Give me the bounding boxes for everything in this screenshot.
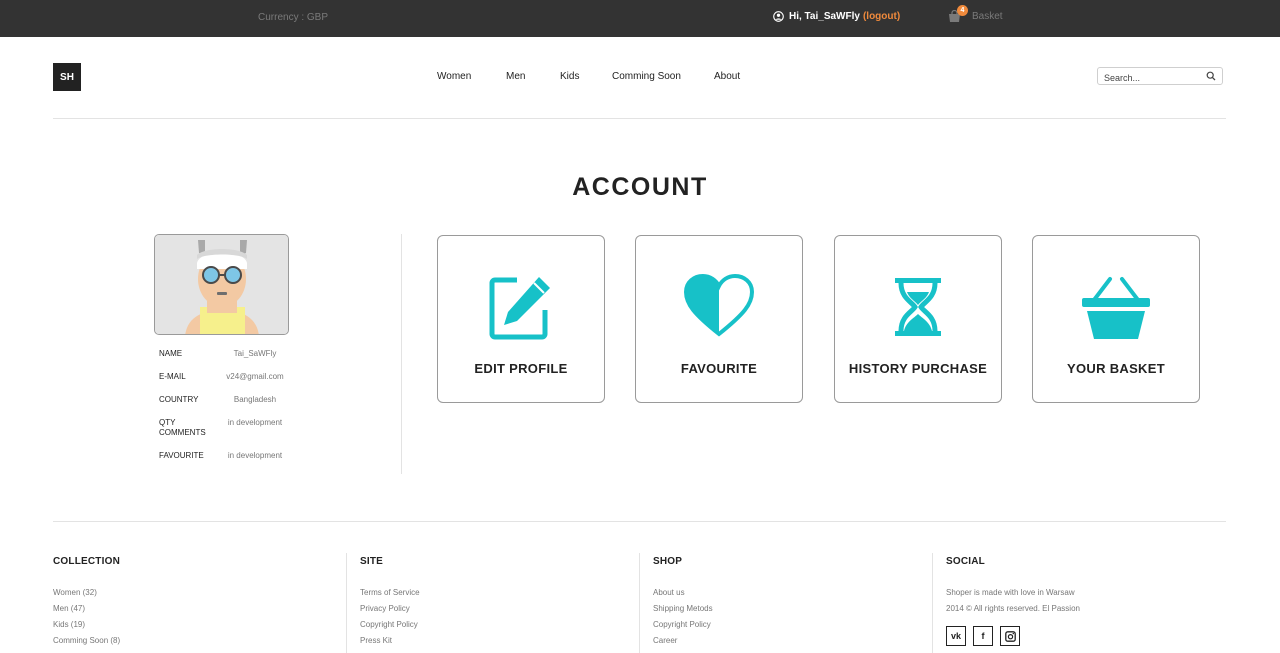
footer-social-tagline: Shoper is made with love in Warsaw	[946, 588, 1075, 597]
footer-link-privacy[interactable]: Privacy Policy	[360, 604, 420, 620]
footer-link-comming-soon[interactable]: Comming Soon (8)	[53, 636, 120, 652]
top-bar: Currency : GBP Hi, Tai_SaWFly (logout) 4…	[0, 0, 1280, 37]
footer-copyright: 2014 © All rights reserved. El Passion	[946, 604, 1080, 613]
logout-paren-close: )	[896, 11, 901, 22]
history-purchase-label: HISTORY PURCHASE	[848, 361, 988, 376]
profile-value-email: v24@gmail.com	[226, 372, 284, 381]
avatar	[154, 234, 289, 335]
profile-value-country: Bangladesh	[233, 395, 277, 404]
footer-link-men[interactable]: Men (47)	[53, 604, 120, 620]
profile-label-qty-comments: QTY COMMENTS	[159, 418, 206, 437]
nav-item-women[interactable]: Women	[437, 71, 471, 82]
currency-selector[interactable]: Currency : GBP	[258, 12, 328, 23]
social-icons: vk f	[946, 626, 1080, 646]
footer-link-kids[interactable]: Kids (19)	[53, 620, 120, 636]
footer-link-copyright[interactable]: Copyright Policy	[360, 620, 420, 636]
footer-link-copyright-shop[interactable]: Copyright Policy	[653, 620, 713, 636]
footer-shop: SHOP About us Shipping Metods Copyright …	[653, 556, 713, 652]
history-purchase-card[interactable]: HISTORY PURCHASE	[834, 235, 1002, 403]
footer-social: SOCIAL Shoper is made with love in Warsa…	[946, 556, 1080, 646]
nav-item-kids[interactable]: Kids	[560, 71, 579, 82]
basket-label: Basket	[972, 11, 1003, 22]
footer-collection: COLLECTION Women (32) Men (47) Kids (19)…	[53, 556, 120, 652]
footer-link-career[interactable]: Career	[653, 636, 713, 652]
profile-label-favourite: FAVOURITE	[159, 451, 204, 460]
search-input[interactable]	[1098, 70, 1208, 86]
user-greeting: Hi, Tai_SaWFly (logout)	[773, 11, 900, 22]
basket-link[interactable]: 4 Basket	[948, 5, 1003, 23]
footer-site-title: SITE	[360, 556, 384, 567]
greeting-text: Hi, Tai_SaWFly	[789, 11, 860, 22]
footer-social-title: SOCIAL	[946, 556, 985, 567]
header-divider	[53, 118, 1226, 119]
search-icon[interactable]	[1206, 71, 1216, 81]
vk-icon[interactable]: vk	[946, 626, 966, 646]
hourglass-icon	[895, 278, 941, 336]
nav-item-men[interactable]: Men	[506, 71, 525, 82]
edit-profile-label: EDIT PROFILE	[474, 361, 568, 376]
profile-value-favourite: in development	[227, 451, 283, 460]
favourite-label: FAVOURITE	[680, 361, 758, 376]
heart-icon	[684, 274, 754, 337]
favourite-card[interactable]: FAVOURITE	[635, 235, 803, 403]
profile-label-email: E-MAIL	[159, 372, 186, 381]
profile-divider	[401, 234, 402, 474]
profile-value-name: Tai_SaWFly	[233, 349, 277, 358]
footer-collection-title: COLLECTION	[53, 556, 120, 567]
profile-label-name: NAME	[159, 349, 183, 358]
footer-separator	[932, 553, 933, 653]
footer-link-about-us[interactable]: About us	[653, 588, 713, 604]
basket-bag-icon: 4	[948, 5, 968, 23]
profile-label-country: COUNTRY	[159, 395, 199, 404]
edit-profile-card[interactable]: EDIT PROFILE	[437, 235, 605, 403]
logout-wrapper: (logout)	[863, 11, 900, 22]
search-box	[1097, 67, 1223, 86]
footer-divider	[53, 521, 1226, 522]
footer-link-shipping[interactable]: Shipping Metods	[653, 604, 713, 620]
footer-link-press-kit[interactable]: Press Kit	[360, 636, 420, 652]
user-icon	[773, 11, 784, 22]
page-title: ACCOUNT	[572, 173, 708, 201]
footer-shop-title: SHOP	[653, 556, 683, 567]
basket-icon	[1082, 277, 1150, 339]
instagram-icon[interactable]	[1000, 626, 1020, 646]
facebook-icon[interactable]: f	[973, 626, 993, 646]
nav-item-about[interactable]: About	[714, 71, 740, 82]
nav-item-comming-soon[interactable]: Comming Soon	[612, 71, 681, 82]
basket-count-badge: 4	[957, 5, 968, 16]
footer-separator	[346, 553, 347, 653]
footer-site: SITE Terms of Service Privacy Policy Cop…	[360, 556, 420, 652]
profile-value-qty-comments: in development	[227, 418, 283, 427]
edit-icon	[489, 277, 550, 340]
logout-link[interactable]: logout	[866, 11, 897, 22]
your-basket-card[interactable]: YOUR BASKET	[1032, 235, 1200, 403]
footer-link-women[interactable]: Women (32)	[53, 588, 120, 604]
footer-link-terms[interactable]: Terms of Service	[360, 588, 420, 604]
your-basket-label: YOUR BASKET	[1067, 361, 1165, 376]
logo[interactable]: SH	[53, 63, 81, 91]
footer-separator	[639, 553, 640, 653]
